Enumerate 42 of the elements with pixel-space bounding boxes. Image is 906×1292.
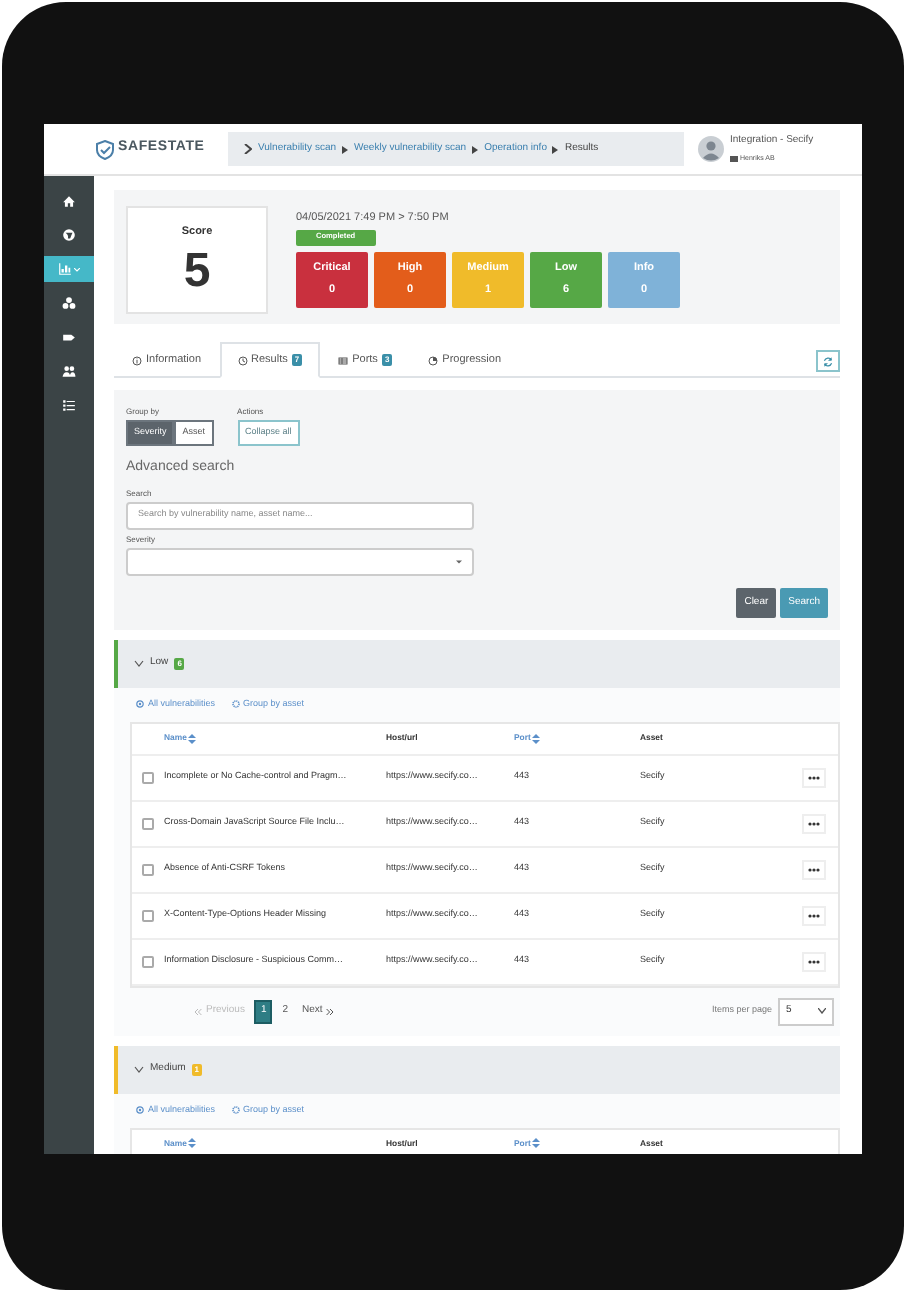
ellipsis-icon	[808, 913, 820, 918]
caret-icon	[818, 1008, 826, 1015]
clock-icon	[237, 355, 248, 366]
users-icon	[62, 364, 76, 378]
shield-logo-icon	[96, 139, 114, 159]
home-icon	[62, 194, 76, 208]
triangle-icon	[552, 145, 559, 153]
score-value: 5	[183, 247, 211, 296]
building-icon	[730, 154, 738, 163]
refresh-button[interactable]	[816, 350, 840, 373]
cluster-icon	[62, 296, 76, 310]
chart-icon	[58, 262, 72, 276]
row-checkbox[interactable]	[142, 909, 154, 922]
ellipsis-icon	[808, 821, 820, 826]
target-icon	[136, 1106, 144, 1115]
ellipsis-icon	[808, 867, 820, 872]
avatar-icon	[698, 136, 724, 162]
triangle-icon	[472, 145, 479, 153]
more-button[interactable]	[802, 905, 826, 926]
list-icon	[62, 398, 76, 412]
more-button[interactable]	[802, 859, 826, 880]
info-icon	[132, 355, 142, 366]
row-checkbox[interactable]	[142, 863, 154, 876]
table-icon	[338, 355, 349, 366]
row-checkbox[interactable]	[142, 817, 154, 830]
chevron-icon	[244, 144, 252, 154]
tag-icon	[62, 330, 76, 344]
triangle-icon	[342, 145, 349, 153]
more-button[interactable]	[802, 767, 826, 788]
more-button[interactable]	[802, 813, 826, 834]
more-button[interactable]	[802, 951, 826, 972]
caret-icon	[456, 559, 462, 563]
row-checkbox[interactable]	[142, 955, 154, 968]
ellipsis-icon	[808, 775, 820, 780]
row-checkbox[interactable]	[142, 771, 154, 784]
pie-chart-icon	[428, 355, 439, 366]
double-chevron-right-icon	[326, 1007, 335, 1016]
caret-icon	[74, 267, 80, 271]
refresh-icon	[822, 355, 834, 368]
double-chevron-left-icon	[194, 1007, 202, 1016]
target-icon	[136, 700, 144, 709]
ellipsis-icon	[808, 959, 820, 964]
